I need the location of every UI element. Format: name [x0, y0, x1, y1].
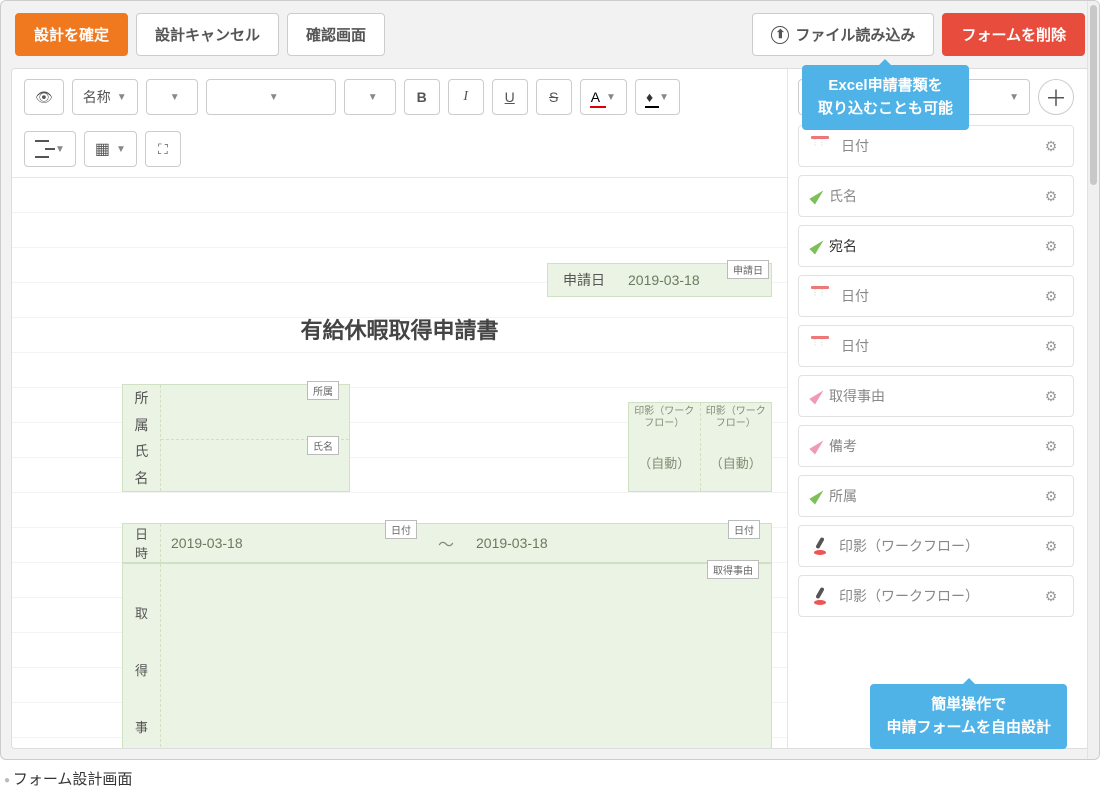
stamp1-value: （自動） [629, 433, 700, 491]
font-size-dropdown[interactable]: ▼ [344, 79, 396, 115]
form-canvas[interactable]: 申請日 2019-03-18 申請日 有給休暇取得申請書 所 属 氏 名 [12, 178, 787, 748]
gear-icon[interactable]: ⚙ [1041, 436, 1061, 456]
name-dropdown-label: 名称 [83, 87, 111, 107]
borders-button[interactable]: ▼ [84, 131, 137, 167]
pencilp-icon [809, 438, 826, 455]
app-window: 設計を確定 設計キャンセル 確認画面 ファイル読み込み フォームを削除 名称▼ … [0, 0, 1100, 760]
application-date-label: 申請日 [548, 270, 620, 290]
field-list: 日付⚙氏名⚙宛名⚙日付⚙日付⚙取得事由⚙備考⚙所属⚙印影（ワークフロー）⚙印影（… [798, 125, 1074, 625]
field-stamps[interactable]: 印影（ワークフロー） （自動） 印影（ワークフロー） （自動） [628, 402, 772, 492]
merge-cells-button[interactable] [145, 131, 181, 167]
stamp2-value: （自動） [701, 433, 772, 491]
gear-icon[interactable]: ⚙ [1041, 186, 1061, 206]
editor-area: 名称▼ ▼ ▼ ▼ B I U S A▼ ♦▼ ▼ ▼ 申請 [11, 68, 1089, 749]
form-title: 有給休暇取得申請書 [12, 313, 787, 345]
tag-reason: 取得事由 [707, 560, 759, 579]
cal-icon [811, 336, 831, 356]
gear-icon[interactable]: ⚙ [1041, 236, 1061, 256]
tag-affiliation: 所属 [307, 381, 339, 400]
callout-easy-design: 簡単操作で 申請フォームを自由設計 [870, 684, 1067, 749]
field-item-label: 備考 [829, 436, 1031, 456]
field-item-label: 氏名 [829, 186, 1031, 206]
field-item-6[interactable]: 備考 ⚙ [798, 425, 1074, 467]
fill-color-button[interactable]: ♦▼ [635, 79, 680, 115]
vertical-scrollbar[interactable] [1087, 68, 1089, 749]
font-style-dropdown[interactable]: ▼ [206, 79, 336, 115]
field-item-label: 所属 [829, 486, 1031, 506]
pencilp-icon [809, 388, 826, 405]
stamp2-label: 印影（ワークフロー） [701, 403, 772, 433]
cal-icon [811, 136, 831, 156]
vertical-align-button[interactable]: ▼ [24, 131, 76, 167]
underline-button[interactable]: U [492, 79, 528, 115]
tag-date-from: 日付 [385, 520, 417, 539]
stamp-icon [811, 537, 829, 555]
gear-icon[interactable]: ⚙ [1041, 336, 1061, 356]
field-item-label: 日付 [841, 336, 1031, 356]
bold-button[interactable]: B [404, 79, 440, 115]
tag-name: 氏名 [307, 436, 339, 455]
add-field-button[interactable]: ＋ [1038, 79, 1074, 115]
field-date-range[interactable]: 日 時 2019-03-18 〜 2019-03-18 [122, 523, 772, 563]
gear-icon[interactable]: ⚙ [1041, 586, 1061, 606]
cal-icon [811, 286, 831, 306]
tag-application-date: 申請日 [727, 260, 769, 279]
stamp-icon [811, 587, 829, 605]
field-item-label: 印影（ワークフロー） [839, 586, 1031, 606]
gear-icon[interactable]: ⚙ [1041, 486, 1061, 506]
gear-icon[interactable]: ⚙ [1041, 386, 1061, 406]
visibility-toggle-button[interactable] [24, 79, 64, 115]
field-item-label: 日付 [841, 286, 1031, 306]
strikethrough-button[interactable]: S [536, 79, 572, 115]
italic-button[interactable]: I [448, 79, 484, 115]
canvas-column: 名称▼ ▼ ▼ ▼ B I U S A▼ ♦▼ ▼ ▼ 申請 [12, 69, 788, 748]
callout-excel-import: Excel申請書類を 取り込むことも可能 [802, 65, 969, 130]
font-family-dropdown[interactable]: ▼ [146, 79, 198, 115]
field-item-8[interactable]: 印影（ワークフロー） ⚙ [798, 525, 1074, 567]
field-item-5[interactable]: 取得事由 ⚙ [798, 375, 1074, 417]
confirm-design-button[interactable]: 設計を確定 [15, 13, 128, 56]
cancel-design-button[interactable]: 設計キャンセル [136, 13, 279, 56]
pencilg-icon [809, 488, 826, 505]
field-item-1[interactable]: 氏名 ⚙ [798, 175, 1074, 217]
name-dropdown[interactable]: 名称▼ [72, 79, 138, 115]
field-item-label: 日付 [841, 136, 1031, 156]
field-item-label: 取得事由 [829, 386, 1031, 406]
date-to-value: 2019-03-18 [466, 535, 731, 551]
field-reason[interactable]: 取 得 事 由 [122, 563, 772, 748]
field-item-3[interactable]: 日付 ⚙ [798, 275, 1074, 317]
date-range-separator: 〜 [426, 531, 466, 555]
tag-date-to: 日付 [728, 520, 760, 539]
field-item-9[interactable]: 印影（ワークフロー） ⚙ [798, 575, 1074, 617]
delete-form-button[interactable]: フォームを削除 [942, 13, 1085, 56]
field-item-label: 宛名 [829, 236, 1031, 256]
field-item-4[interactable]: 日付 ⚙ [798, 325, 1074, 367]
font-color-button[interactable]: A▼ [580, 79, 627, 115]
pencilg-icon [809, 238, 826, 255]
field-palette-sidebar: ▼ ＋ 日付⚙氏名⚙宛名⚙日付⚙日付⚙取得事由⚙備考⚙所属⚙印影（ワークフロー）… [788, 69, 1088, 748]
stamp1-label: 印影（ワークフロー） [629, 403, 700, 433]
top-action-bar: 設計を確定 設計キャンセル 確認画面 ファイル読み込み フォームを削除 [1, 1, 1099, 68]
format-toolbar: 名称▼ ▼ ▼ ▼ B I U S A▼ ♦▼ ▼ ▼ [12, 69, 787, 178]
field-item-label: 印影（ワークフロー） [839, 536, 1031, 556]
gear-icon[interactable]: ⚙ [1041, 136, 1061, 156]
figure-caption: フォーム設計画面 [0, 760, 1100, 789]
field-item-2[interactable]: 宛名 ⚙ [798, 225, 1074, 267]
field-item-0[interactable]: 日付 ⚙ [798, 125, 1074, 167]
gear-icon[interactable]: ⚙ [1041, 536, 1061, 556]
field-item-7[interactable]: 所属 ⚙ [798, 475, 1074, 517]
pencilg-icon [809, 188, 826, 205]
file-import-button[interactable]: ファイル読み込み [752, 13, 934, 56]
gear-icon[interactable]: ⚙ [1041, 286, 1061, 306]
preview-button[interactable]: 確認画面 [287, 13, 385, 56]
